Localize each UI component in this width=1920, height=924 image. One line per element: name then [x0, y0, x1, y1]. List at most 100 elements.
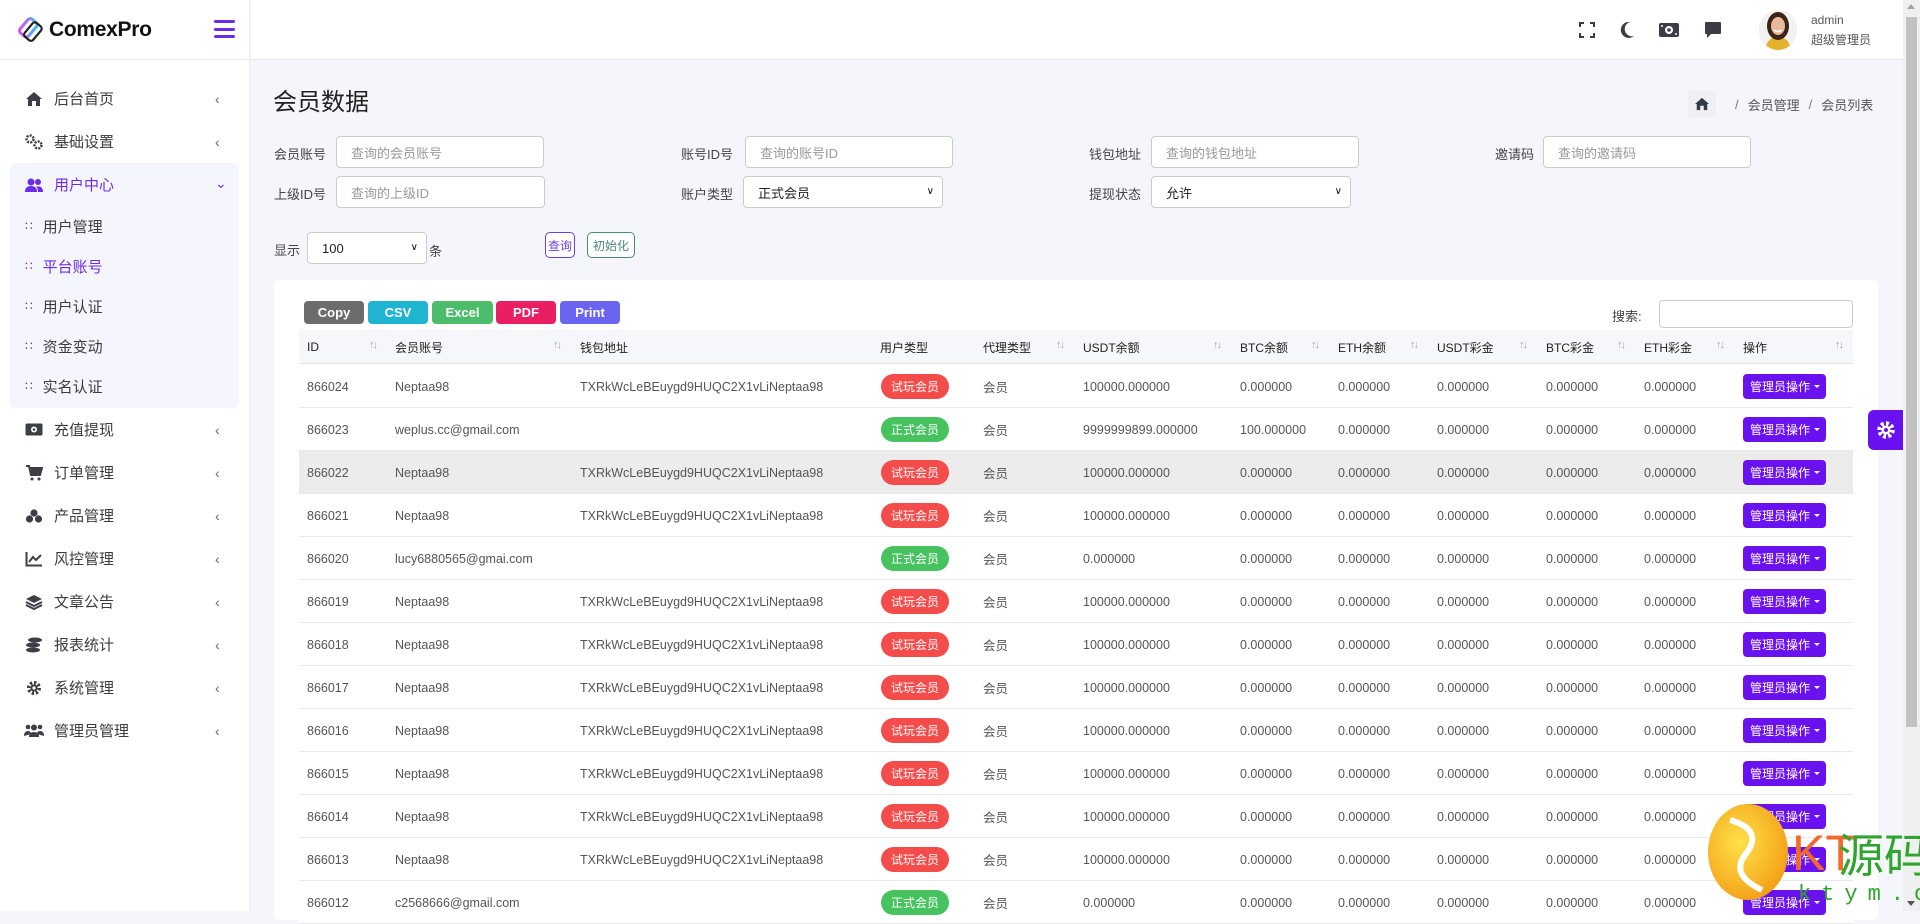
sidebar-item-deposit-withdraw[interactable]: 充值提现 ‹ — [0, 408, 249, 451]
table-row[interactable]: 866020 lucy6880565@gmai.com 正式会员 会员 0.000000… — [299, 537, 1853, 580]
sidebar-item-dashboard[interactable]: 后台首页 ‹ — [0, 77, 249, 120]
fullscreen-icon[interactable] — [1576, 20, 1598, 40]
account-id-input[interactable]: 查询的账号ID — [745, 136, 953, 168]
sidebar-item-articles[interactable]: 文章公告 ‹ — [0, 580, 249, 623]
chat-icon[interactable] — [1702, 20, 1724, 40]
table-row[interactable]: 866018 Neptaa98 TXRkWcLeBEuygd9HUQC2X1vLiN… — [299, 623, 1853, 666]
admin-actions-dropdown[interactable]: 管理员操作 — [1743, 589, 1827, 614]
table-search-input[interactable] — [1659, 300, 1853, 328]
column-header-account[interactable]: 会员账号 — [395, 330, 443, 364]
sort-icon[interactable]: ↑↓ — [369, 339, 378, 351]
sidebar-subitem-user-management[interactable]: ∷ 用户管理 — [10, 206, 239, 246]
table-row[interactable]: 866022 Neptaa98 TXRkWcLeBEuygd9HUQC2X1vLiN… — [299, 451, 1853, 494]
sort-icon[interactable]: ↑↓ — [1213, 339, 1222, 351]
sort-icon[interactable]: ↑↓ — [1311, 339, 1320, 351]
table-row[interactable]: 866016 Neptaa98 TXRkWcLeBEuygd9HUQC2X1vLiN… — [299, 709, 1853, 752]
sort-icon[interactable]: ↑↓ — [553, 339, 562, 351]
sidebar-item-admins[interactable]: 管理员管理 ‹ — [0, 709, 249, 752]
sort-icon[interactable]: ↑↓ — [1716, 339, 1725, 351]
admin-actions-dropdown[interactable]: 管理员操作 — [1743, 804, 1827, 829]
table-row[interactable]: 866014 Neptaa98 TXRkWcLeBEuygd9HUQC2X1vLiN… — [299, 795, 1853, 838]
admin-actions-dropdown[interactable]: 管理员操作 — [1743, 718, 1827, 743]
sidebar-item-risk-control[interactable]: 风控管理 ‹ — [0, 537, 249, 580]
settings-float-button[interactable] — [1868, 410, 1904, 450]
admin-actions-dropdown[interactable]: 管理员操作 — [1743, 847, 1827, 872]
sidebar-item-orders[interactable]: 订单管理 ‹ — [0, 451, 249, 494]
menu-toggle-icon[interactable] — [214, 20, 235, 38]
sidebar-item-basic-settings[interactable]: 基础设置 ‹ — [0, 120, 249, 163]
table-row[interactable]: 866015 Neptaa98 TXRkWcLeBEuygd9HUQC2X1vLiN… — [299, 752, 1853, 795]
wallet-input[interactable]: 查询的钱包地址 — [1151, 136, 1359, 168]
table-row[interactable]: 866024 Neptaa98 TXRkWcLeBEuygd9HUQC2X1vLiN… — [299, 365, 1853, 408]
admin-actions-dropdown[interactable]: 管理员操作 — [1743, 417, 1827, 442]
column-header-wallet[interactable]: 钱包地址 — [580, 330, 628, 364]
invite-code-input[interactable]: 查询的邀请码 — [1543, 136, 1751, 168]
page-size-select[interactable]: 100 ∨ — [307, 232, 427, 264]
column-header-usdt-bonus[interactable]: USDT彩金 — [1437, 330, 1494, 364]
sidebar-item-products[interactable]: 产品管理 ‹ — [0, 494, 249, 537]
sidebar-subitem-platform-account[interactable]: ∷ 平台账号 — [10, 246, 239, 286]
column-header-btc-balance[interactable]: BTC余额 — [1240, 330, 1288, 364]
csv-button[interactable]: CSV — [368, 301, 428, 324]
sidebar-item-reports[interactable]: 报表统计 ‹ — [0, 623, 249, 666]
cell-eth-balance: 0.000000 — [1338, 895, 1391, 910]
sort-icon[interactable]: ↑↓ — [1410, 339, 1419, 351]
query-button[interactable]: 查询 — [545, 232, 575, 258]
reset-button[interactable]: 初始化 — [587, 232, 635, 258]
copy-button[interactable]: Copy — [304, 301, 364, 324]
column-header-usdt-balance[interactable]: USDT余额 — [1083, 330, 1140, 364]
page-scrollbar[interactable] — [1903, 0, 1920, 911]
column-header-user-type[interactable]: 用户类型 — [880, 330, 928, 364]
caret-down-icon — [1814, 815, 1821, 818]
table-row[interactable]: 866021 Neptaa98 TXRkWcLeBEuygd9HUQC2X1vLiN… — [299, 494, 1853, 537]
admin-actions-dropdown[interactable]: 管理员操作 — [1743, 761, 1827, 786]
admin-actions-dropdown[interactable]: 管理员操作 — [1743, 890, 1827, 915]
sort-icon[interactable]: ↑↓ — [1056, 339, 1065, 351]
sort-icon[interactable]: ↑↓ — [1617, 339, 1626, 351]
sidebar-item-user-center[interactable]: 用户中心 ⌄ — [10, 163, 239, 206]
column-header-agent-type[interactable]: 代理类型 — [983, 330, 1031, 364]
column-header-eth-bonus[interactable]: ETH彩金 — [1644, 330, 1692, 364]
home-icon[interactable] — [1688, 90, 1716, 118]
table-row[interactable]: 866013 Neptaa98 TXRkWcLeBEuygd9HUQC2X1vLiN… — [299, 838, 1853, 881]
member-account-input[interactable]: 查询的会员账号 — [336, 136, 544, 168]
moon-icon[interactable] — [1616, 20, 1638, 40]
withdraw-status-select[interactable]: 允许 ∨ — [1151, 176, 1351, 208]
sidebar-subitem-fund-changes[interactable]: ∷ 资金变动 — [10, 326, 239, 366]
column-header-eth-balance[interactable]: ETH余额 — [1338, 330, 1386, 364]
breadcrumb-item[interactable]: 会员管理 — [1748, 95, 1800, 114]
account-type-select[interactable]: 正式会员 ∨ — [743, 176, 943, 208]
column-header-id[interactable]: ID — [307, 330, 319, 364]
admin-actions-dropdown[interactable]: 管理员操作 — [1743, 632, 1827, 657]
scrollbar-thumb[interactable] — [1906, 17, 1917, 727]
show-suffix: 条 — [429, 244, 443, 259]
column-header-actions[interactable]: 操作 — [1743, 330, 1767, 364]
sidebar-item-system[interactable]: 系统管理 ‹ — [0, 666, 249, 709]
account-type-value: 正式会员 — [758, 185, 811, 201]
sort-icon[interactable]: ↑↓ — [1519, 339, 1528, 351]
admin-actions-dropdown[interactable]: 管理员操作 — [1743, 374, 1827, 399]
admin-actions-dropdown[interactable]: 管理员操作 — [1743, 675, 1827, 700]
table-row[interactable]: 866017 Neptaa98 TXRkWcLeBEuygd9HUQC2X1vLiN… — [299, 666, 1853, 709]
excel-button[interactable]: Excel — [432, 301, 493, 324]
scroll-down-icon[interactable] — [1907, 901, 1915, 906]
print-button[interactable]: Print — [560, 301, 620, 324]
table-row[interactable]: 866023 weplus.cc@gmail.com 正式会员 会员 999999989… — [299, 408, 1853, 451]
parent-id-input[interactable]: 查询的上级ID — [336, 176, 545, 208]
money-icon[interactable] — [1658, 20, 1680, 40]
sidebar-subitem-real-name[interactable]: ∷ 实名认证 — [10, 366, 239, 406]
avatar[interactable] — [1759, 10, 1797, 50]
sidebar-subitem-user-verification[interactable]: ∷ 用户认证 — [10, 286, 239, 326]
scroll-up-icon[interactable] — [1907, 4, 1915, 9]
table-row[interactable]: 866012 c2568666@gmail.com 正式会员 会员 0.000000 0.… — [299, 881, 1853, 924]
sort-icon[interactable]: ↑↓ — [1835, 339, 1844, 351]
admin-actions-dropdown[interactable]: 管理员操作 — [1743, 460, 1827, 485]
table-row[interactable]: 866019 Neptaa98 TXRkWcLeBEuygd9HUQC2X1vLiN… — [299, 580, 1853, 623]
admin-actions-dropdown[interactable]: 管理员操作 — [1743, 503, 1827, 528]
pdf-button[interactable]: PDF — [496, 301, 556, 324]
cell-wallet: TXRkWcLeBEuygd9HUQC2X1vLiNeptaa98 — [580, 465, 824, 480]
admin-actions-dropdown[interactable]: 管理员操作 — [1743, 546, 1827, 571]
column-header-btc-bonus[interactable]: BTC彩金 — [1546, 330, 1594, 364]
cell-usdt-balance: 100000.000000 — [1083, 637, 1170, 652]
cell-account: Neptaa98 — [395, 465, 450, 480]
